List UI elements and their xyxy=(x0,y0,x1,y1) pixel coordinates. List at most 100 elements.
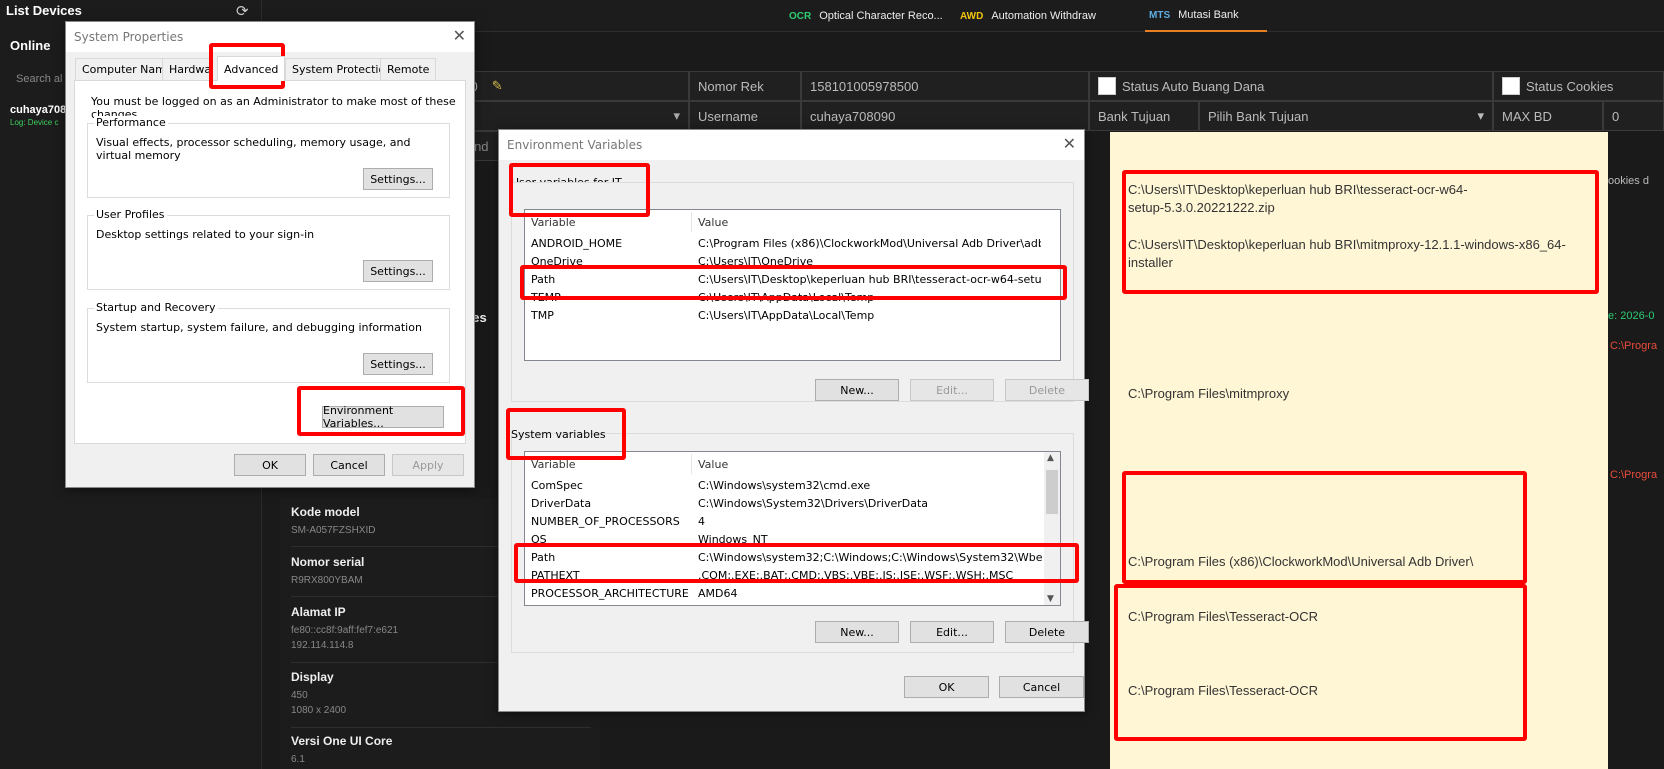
chevron-down-icon: ▾ xyxy=(1477,108,1484,123)
close-icon[interactable]: ✕ xyxy=(1063,134,1076,153)
scroll-down-icon[interactable]: ▼ xyxy=(1047,594,1054,604)
tab-ocr[interactable]: OCR Optical Character Reco... xyxy=(789,0,943,32)
max-bd-value[interactable]: 0 xyxy=(1603,101,1664,131)
system-var-row[interactable]: NUMBER_OF_PROCESSORS 4 xyxy=(531,512,1043,530)
tab-remote[interactable]: Remote xyxy=(380,58,437,80)
header-divider xyxy=(691,454,692,474)
scroll-up-icon[interactable]: ▲ xyxy=(1047,453,1054,463)
col-value-header[interactable]: Value xyxy=(698,454,728,474)
performance-text: Visual effects, processor scheduling, me… xyxy=(96,136,411,162)
highlight-note-adb xyxy=(1122,471,1527,584)
system-var-row[interactable]: PROCESSOR_ARCHITECTURE AMD64 xyxy=(531,584,1043,602)
info-one-ui: Versi One UI Core 6.1 xyxy=(291,734,591,769)
device-log: Log: Device c xyxy=(10,118,59,127)
var-name: ComSpec xyxy=(531,478,583,492)
highlight-system-path xyxy=(514,543,1079,583)
performance-group: Performance Visual effects, processor sc… xyxy=(87,116,450,198)
header-divider xyxy=(691,212,692,232)
highlight-user-section xyxy=(509,163,650,217)
performance-settings-button[interactable]: Settings... xyxy=(363,168,433,190)
tab-awd-label: Automation Withdraw xyxy=(991,10,1096,22)
envvars-title: Environment Variables xyxy=(499,130,1084,160)
highlight-env-button xyxy=(297,386,465,436)
tab-ocr-label: Optical Character Reco... xyxy=(819,10,943,22)
var-value: C:\Users\IT\AppData\Local\Temp xyxy=(698,308,875,322)
info-title: Versi One UI Core xyxy=(291,734,393,748)
status-auto-checkbox[interactable] xyxy=(1098,77,1116,95)
username-value[interactable]: cuhaya708090 xyxy=(801,101,1089,131)
user-profiles-group: User Profiles Desktop settings related t… xyxy=(87,208,450,290)
highlight-user-path xyxy=(520,265,1067,300)
var-value: C:\Windows\system32\cmd.exe xyxy=(698,478,871,492)
sysprops-ok-button[interactable]: OK xyxy=(234,454,306,476)
note-line-3: C:\Program Files\mitmproxy xyxy=(1128,386,1290,401)
sysprops-apply-button[interactable]: Apply xyxy=(392,454,464,476)
tab-ocr-code: OCR xyxy=(789,10,812,22)
performance-title: Performance xyxy=(94,116,168,129)
envvars-cancel-button[interactable]: Cancel xyxy=(999,676,1084,698)
system-edit-button[interactable]: Edit... xyxy=(910,621,994,643)
path-partial-1: C:\Progra xyxy=(1610,340,1658,352)
col-value-header[interactable]: Value xyxy=(698,212,728,232)
chevron-down-icon: ▾ xyxy=(673,108,680,123)
system-var-row[interactable]: ComSpec C:\Windows\system32\cmd.exe xyxy=(531,476,1043,494)
highlight-note-top xyxy=(1122,170,1599,294)
highlight-system-section xyxy=(506,408,626,460)
var-name: ANDROID_HOME xyxy=(531,236,623,250)
tab-mts[interactable]: MTS Mutasi Bank xyxy=(1145,0,1267,32)
highlight-note-tesseract xyxy=(1114,584,1527,741)
refresh-icon[interactable]: ⟳ xyxy=(236,2,249,20)
cookies-partial: ookies d xyxy=(1608,175,1649,187)
tab-mts-code: MTS xyxy=(1149,9,1171,21)
var-name: PROCESSOR_ARCHITECTURE xyxy=(531,586,689,600)
profiles-settings-button[interactable]: Settings... xyxy=(363,260,433,282)
user-new-button[interactable]: New... xyxy=(815,379,899,401)
startup-text: System startup, system failure, and debu… xyxy=(96,321,422,334)
scrollbar-thumb[interactable] xyxy=(1046,470,1058,514)
date-partial: e: 2026-0 xyxy=(1608,310,1655,322)
var-value: C:\Program Files (x86)\ClockworkMod\Univ… xyxy=(698,236,1041,250)
startup-title: Startup and Recovery xyxy=(94,301,218,314)
user-var-row[interactable]: TMP C:\Users\IT\AppData\Local\Temp xyxy=(531,306,1041,324)
system-var-row[interactable]: DriverData C:\Windows\System32\Drivers\Dr… xyxy=(531,494,1043,512)
status-cookies[interactable]: Status Cookies xyxy=(1493,71,1664,101)
tab-mts-label: Mutasi Bank xyxy=(1178,9,1239,21)
system-delete-button[interactable]: Delete xyxy=(1005,621,1089,643)
system-new-button[interactable]: New... xyxy=(815,621,899,643)
var-value: C:\Windows\System32\Drivers\DriverData xyxy=(698,496,929,510)
device-list-item[interactable]: cuhaya708 xyxy=(10,104,66,116)
tab-advanced[interactable]: Advanced xyxy=(217,56,286,81)
dropdown-field[interactable]: ▾ xyxy=(447,101,689,131)
var-value: 4 xyxy=(698,514,705,528)
startup-group: Startup and Recovery System startup, sys… xyxy=(87,301,450,383)
status-auto-buang-dana[interactable]: Status Auto Buang Dana xyxy=(1089,71,1493,101)
user-var-row[interactable]: ANDROID_HOME C:\Program Files (x86)\Clock… xyxy=(531,234,1041,252)
tab-awd-code: AWD xyxy=(960,10,984,22)
online-label: Online xyxy=(10,38,51,53)
nomor-rek-label: Nomor Rek xyxy=(689,71,801,101)
tab-awd[interactable]: AWD Automation Withdraw xyxy=(960,0,1096,32)
account-value-field[interactable]: 090✎ xyxy=(447,71,689,101)
max-bd-label: MAX BD xyxy=(1493,101,1603,131)
var-name: TMP xyxy=(531,308,554,322)
info-value: 6.1 xyxy=(291,754,305,765)
edit-pencil-icon[interactable]: ✎ xyxy=(492,78,503,94)
username-label: Username xyxy=(689,101,801,131)
var-name: DriverData xyxy=(531,496,592,510)
envvars-ok-button[interactable]: OK xyxy=(904,676,989,698)
tab-hardware[interactable]: Hardware xyxy=(162,58,211,80)
status-cookies-label: Status Cookies xyxy=(1526,78,1614,94)
sidebar-title: List Devices xyxy=(6,3,82,18)
search-input[interactable]: Search al xyxy=(16,73,62,85)
status-auto-label: Status Auto Buang Dana xyxy=(1122,78,1265,94)
bank-tujuan-select[interactable]: Pilih Bank Tujuan ▾ xyxy=(1199,101,1493,131)
startup-settings-button[interactable]: Settings... xyxy=(363,353,433,375)
user-delete-button[interactable]: Delete xyxy=(1005,379,1089,401)
close-icon[interactable]: ✕ xyxy=(453,26,466,45)
var-value: AMD64 xyxy=(698,586,738,600)
sysprops-cancel-button[interactable]: Cancel xyxy=(313,454,385,476)
user-edit-button[interactable]: Edit... xyxy=(910,379,994,401)
nomor-rek-value[interactable]: 158101005978500 xyxy=(801,71,1089,101)
path-partial-2: C:\Progra xyxy=(1610,469,1658,481)
status-cookies-checkbox[interactable] xyxy=(1502,77,1520,95)
